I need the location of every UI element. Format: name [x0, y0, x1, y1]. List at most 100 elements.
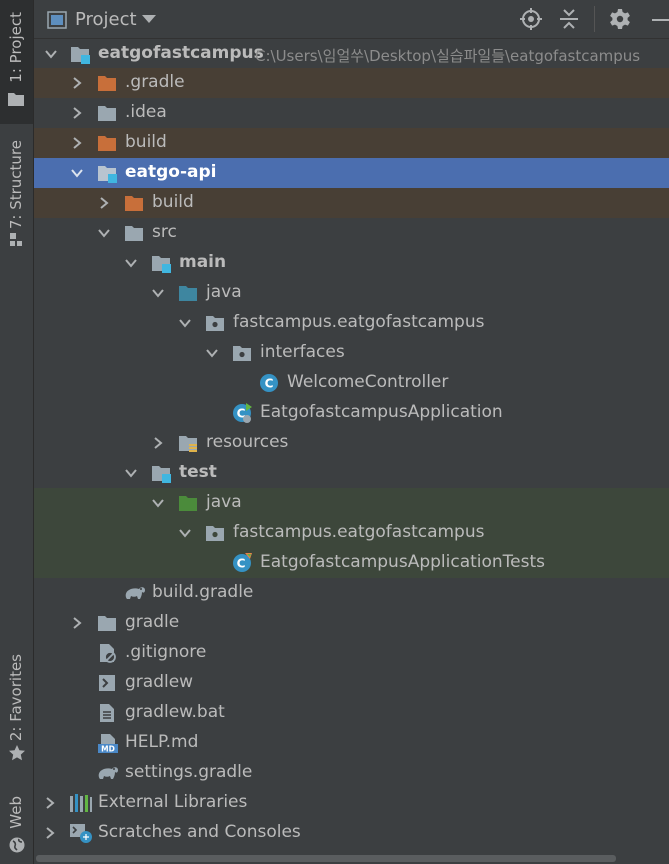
tree-item-label: build.gradle: [152, 582, 254, 602]
view-dropdown-icon[interactable]: [142, 15, 156, 24]
tree-row-src[interactable]: src: [34, 218, 669, 248]
module-folder-icon: [98, 166, 117, 183]
tree-item-label: WelcomeController: [287, 372, 449, 392]
web-tool-tab[interactable]: Web: [0, 790, 33, 860]
project-folder-icon: [8, 93, 24, 106]
test-class-icon: C: [233, 553, 252, 572]
gradle-elephant-icon: [125, 587, 145, 599]
tree-row-gitignore[interactable]: .gitignore: [34, 638, 669, 668]
excluded-folder-icon: [98, 136, 116, 151]
module-name: eatgo-api: [125, 162, 217, 182]
project-tool-tab[interactable]: 1: Project: [0, 0, 33, 124]
horizontal-scrollbar[interactable]: [34, 853, 669, 864]
view-title[interactable]: Project: [75, 9, 137, 30]
shell-script-icon: [99, 675, 115, 691]
scratches-icon: [70, 824, 92, 843]
collapsed-arrow-icon[interactable]: [43, 796, 57, 810]
tree-item-label: HELP.md: [125, 732, 199, 752]
globe-icon: [9, 837, 25, 853]
tree-item-label: test: [179, 462, 217, 482]
tree-row-idea-dir[interactable]: .idea: [34, 98, 669, 128]
module-folder-icon: [152, 256, 171, 273]
text-file-icon: [100, 704, 114, 722]
tree-row-root[interactable]: eatgofastcampus C:\Users\임얼쑤\Desktop\실습파…: [34, 39, 669, 69]
locate-icon[interactable]: [519, 7, 543, 31]
tree-row-gradle-dir[interactable]: .gradle: [34, 68, 669, 98]
svg-text:C: C: [237, 557, 246, 571]
folder-icon: [98, 106, 116, 121]
collapsed-arrow-icon[interactable]: [70, 616, 84, 630]
expanded-arrow-icon[interactable]: [97, 226, 111, 240]
tree-row-main[interactable]: main: [34, 248, 669, 278]
tree-row-main-package[interactable]: fastcampus.eatgofastcampus: [34, 308, 669, 338]
tree-item-label: gradlew.bat: [125, 702, 225, 722]
tree-item-label: java: [206, 282, 242, 302]
structure-tab-label: 7: Structure: [7, 140, 25, 230]
root-project-name: eatgofastcampus: [98, 43, 264, 63]
package-icon: [206, 526, 224, 541]
test-root-folder-icon: [179, 496, 197, 511]
tree-row-test-java[interactable]: java: [34, 488, 669, 518]
expanded-arrow-icon[interactable]: [44, 47, 58, 61]
gradle-elephant-icon: [98, 767, 118, 779]
expanded-arrow-icon[interactable]: [151, 496, 165, 510]
tree-item-label: build: [125, 132, 167, 152]
tree-row-application-tests[interactable]: C EatgofastcampusApplicationTests: [34, 548, 669, 578]
java-class-icon: C: [260, 374, 278, 392]
expanded-arrow-icon[interactable]: [124, 256, 138, 270]
project-view-header: Project: [34, 0, 669, 39]
tree-row-resources[interactable]: resources: [34, 428, 669, 458]
project-tab-label: 1: Project: [7, 12, 25, 83]
favorites-tab-label: 2: Favorites: [7, 654, 25, 742]
tree-row-module-build-dir[interactable]: build: [34, 188, 669, 218]
tree-row-welcome-controller[interactable]: C WelcomeController: [34, 368, 669, 398]
collapsed-arrow-icon[interactable]: [151, 436, 165, 450]
tree-item-label: build: [152, 192, 194, 212]
tree-row-test[interactable]: test: [34, 458, 669, 488]
project-view-icon: [47, 11, 67, 29]
tree-row-module-selected[interactable]: eatgo-api: [34, 158, 669, 188]
tree-row-application[interactable]: C EatgofastcampusApplication: [34, 398, 669, 428]
tool-window-strip: 1: Project 7: Structure 2: Favorites Web: [0, 0, 34, 864]
tree-item-label: interfaces: [260, 342, 345, 362]
module-folder-icon: [71, 47, 90, 64]
collapse-all-icon[interactable]: [557, 7, 581, 31]
tree-item-label: gradle: [125, 612, 180, 632]
tree-row-scratches[interactable]: Scratches and Consoles: [34, 818, 669, 848]
collapsed-arrow-icon[interactable]: [70, 136, 84, 150]
collapsed-arrow-icon[interactable]: [43, 826, 57, 840]
favorites-tool-tab[interactable]: 2: Favorites: [0, 648, 33, 772]
tree-row-help-md[interactable]: MD HELP.md: [34, 728, 669, 758]
folder-icon: [125, 226, 143, 241]
expanded-arrow-icon[interactable]: [151, 286, 165, 300]
expanded-arrow-icon[interactable]: [178, 526, 192, 540]
tree-item-label: External Libraries: [98, 792, 248, 812]
ignored-file-icon: [100, 644, 116, 663]
structure-tool-tab[interactable]: 7: Structure: [0, 132, 33, 257]
minimize-icon[interactable]: [652, 19, 669, 21]
tree-row-gradlew-bat[interactable]: gradlew.bat: [34, 698, 669, 728]
collapsed-arrow-icon[interactable]: [70, 76, 84, 90]
tree-item-label: main: [179, 252, 227, 272]
tree-row-external-libraries[interactable]: External Libraries: [34, 788, 669, 818]
gear-icon[interactable]: [608, 7, 632, 31]
expanded-arrow-icon[interactable]: [124, 466, 138, 480]
tree-row-main-java[interactable]: java: [34, 278, 669, 308]
tree-row-gradle[interactable]: gradle: [34, 608, 669, 638]
tree-item-label: .gitignore: [125, 642, 207, 662]
spring-boot-class-icon: C: [233, 403, 252, 423]
expanded-arrow-icon[interactable]: [178, 316, 192, 330]
tree-row-test-package[interactable]: fastcampus.eatgofastcampus: [34, 518, 669, 548]
expanded-arrow-icon[interactable]: [70, 166, 84, 180]
expanded-arrow-icon[interactable]: [205, 346, 219, 360]
scrollbar-thumb[interactable]: [36, 855, 616, 862]
tree-row-build-dir[interactable]: build: [34, 128, 669, 158]
package-icon: [206, 316, 224, 331]
tree-row-module-build-gradle[interactable]: build.gradle: [34, 578, 669, 608]
collapsed-arrow-icon[interactable]: [97, 196, 111, 210]
collapsed-arrow-icon[interactable]: [70, 106, 84, 120]
tree-row-settings-gradle[interactable]: settings.gradle: [34, 758, 669, 788]
structure-icon: [10, 233, 22, 246]
tree-row-interfaces[interactable]: interfaces: [34, 338, 669, 368]
tree-row-gradlew[interactable]: gradlew: [34, 668, 669, 698]
